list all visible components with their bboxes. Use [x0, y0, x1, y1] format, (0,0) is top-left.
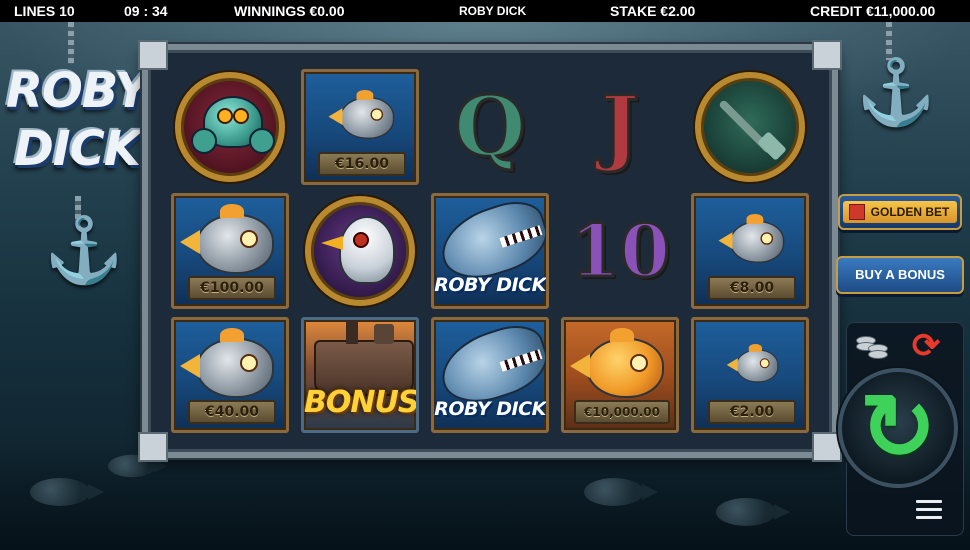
- fish-symbol: €100.00: [171, 193, 289, 309]
- gold-fish-icon: [570, 328, 664, 398]
- coins-icon[interactable]: [854, 330, 890, 360]
- golden-bet-button[interactable]: GOLDEN BET: [838, 194, 962, 230]
- silver-fish-icon: [180, 328, 274, 398]
- cash-value: €10,000.00: [574, 400, 670, 424]
- crab-icon: [191, 96, 275, 154]
- cash-value: €40.00: [188, 400, 276, 424]
- autoplay-icon[interactable]: ⟳: [906, 328, 946, 364]
- fish-symbol: €16.00: [301, 69, 419, 185]
- status-bar: LINES 10 09 : 34 WINNINGS €0.00 ROBY DIC…: [0, 0, 970, 22]
- fish-symbol: €40.00: [171, 317, 289, 433]
- lines-display: LINES 10: [14, 3, 75, 19]
- silver-fish-icon: [328, 90, 395, 139]
- logo-line-1: ROBY: [6, 63, 149, 119]
- reel-4-row-3: €10,000.00: [556, 316, 684, 434]
- clock: 09 : 34: [124, 3, 168, 19]
- game-title: ROBY DICK: [459, 4, 527, 18]
- j-symbol: J: [599, 78, 641, 177]
- stake-display: STAKE €2.00: [610, 3, 696, 19]
- frame-corner: [138, 432, 168, 462]
- game-logo: ROBY DICK: [6, 62, 149, 178]
- reel-2-row-1: €16.00: [296, 68, 424, 186]
- silver-fish-icon: [726, 344, 779, 383]
- crab-symbol: [175, 72, 285, 182]
- frame-corner: [138, 40, 168, 70]
- robo-bird-icon: [321, 216, 395, 284]
- harpoon-symbol: [695, 72, 805, 182]
- reel-1-row-1: [166, 68, 294, 186]
- bonus-label: BONUS: [304, 385, 419, 420]
- chain: [886, 22, 892, 60]
- checkbox-icon[interactable]: [848, 204, 865, 220]
- ten-symbol: 10: [568, 207, 671, 295]
- reel-3-row-1: Q: [426, 68, 554, 186]
- bonus-symbol: BONUS: [301, 317, 419, 433]
- reel-4-row-1: J: [556, 68, 684, 186]
- silver-fish-icon: [180, 204, 274, 274]
- reel-frame: €16.00 Q J €100.00 ROBY DICK 10 €8.00 €4…: [138, 40, 842, 462]
- reel-3-row-3: ROBY DICK: [426, 316, 554, 434]
- reel-1-row-3: €40.00: [166, 316, 294, 434]
- reel-5-row-1: [686, 68, 814, 186]
- wild-symbol: ROBY DICK: [431, 193, 549, 309]
- reel-grid: €16.00 Q J €100.00 ROBY DICK 10 €8.00 €4…: [166, 68, 814, 434]
- winnings-display: WINNINGS €0.00: [234, 3, 345, 19]
- q-symbol: Q: [453, 78, 527, 177]
- reel-3-row-2: ROBY DICK: [426, 192, 554, 310]
- robo-bird-symbol: [305, 196, 415, 306]
- buy-bonus-button[interactable]: BUY A BONUS: [836, 256, 964, 294]
- fish-symbol: €8.00: [691, 193, 809, 309]
- golden-bet-label: GOLDEN BET: [870, 205, 950, 219]
- golden-bet-toggle[interactable]: GOLDEN BET: [842, 201, 958, 223]
- reel-4-row-2: 10: [556, 192, 684, 310]
- background-fish: [584, 478, 658, 506]
- frame-corner: [812, 432, 842, 462]
- credit-display: CREDIT €11,000.00: [810, 3, 936, 19]
- reel-5-row-2: €8.00: [686, 192, 814, 310]
- reel-5-row-3: €2.00: [686, 316, 814, 434]
- background-fish: [716, 498, 790, 526]
- background-fish: [30, 478, 104, 506]
- cash-value: €8.00: [708, 276, 796, 300]
- wild-symbol: ROBY DICK: [431, 317, 549, 433]
- cash-value: €16.00: [318, 152, 406, 176]
- reel-2-row-3: BONUS: [296, 316, 424, 434]
- reel-2-row-2: [296, 192, 424, 310]
- chain: [68, 22, 74, 64]
- logo-line-2: DICK: [13, 121, 141, 177]
- hamburger-menu-icon[interactable]: [916, 500, 942, 520]
- gold-fish-symbol: €10,000.00: [561, 317, 679, 433]
- spin-button[interactable]: ↻: [838, 368, 958, 488]
- frame-corner: [812, 40, 842, 70]
- cash-value: €2.00: [708, 400, 796, 424]
- wild-label: ROBY DICK: [434, 398, 546, 420]
- anchor-icon: ⚓: [44, 214, 124, 286]
- anchor-icon: ⚓: [856, 56, 936, 128]
- spin-arrow-icon: ↻: [859, 377, 937, 479]
- fish-symbol: €2.00: [691, 317, 809, 433]
- wild-label: ROBY DICK: [434, 274, 546, 296]
- reel-1-row-2: €100.00: [166, 192, 294, 310]
- silver-fish-icon: [718, 214, 785, 263]
- cash-value: €100.00: [188, 276, 276, 300]
